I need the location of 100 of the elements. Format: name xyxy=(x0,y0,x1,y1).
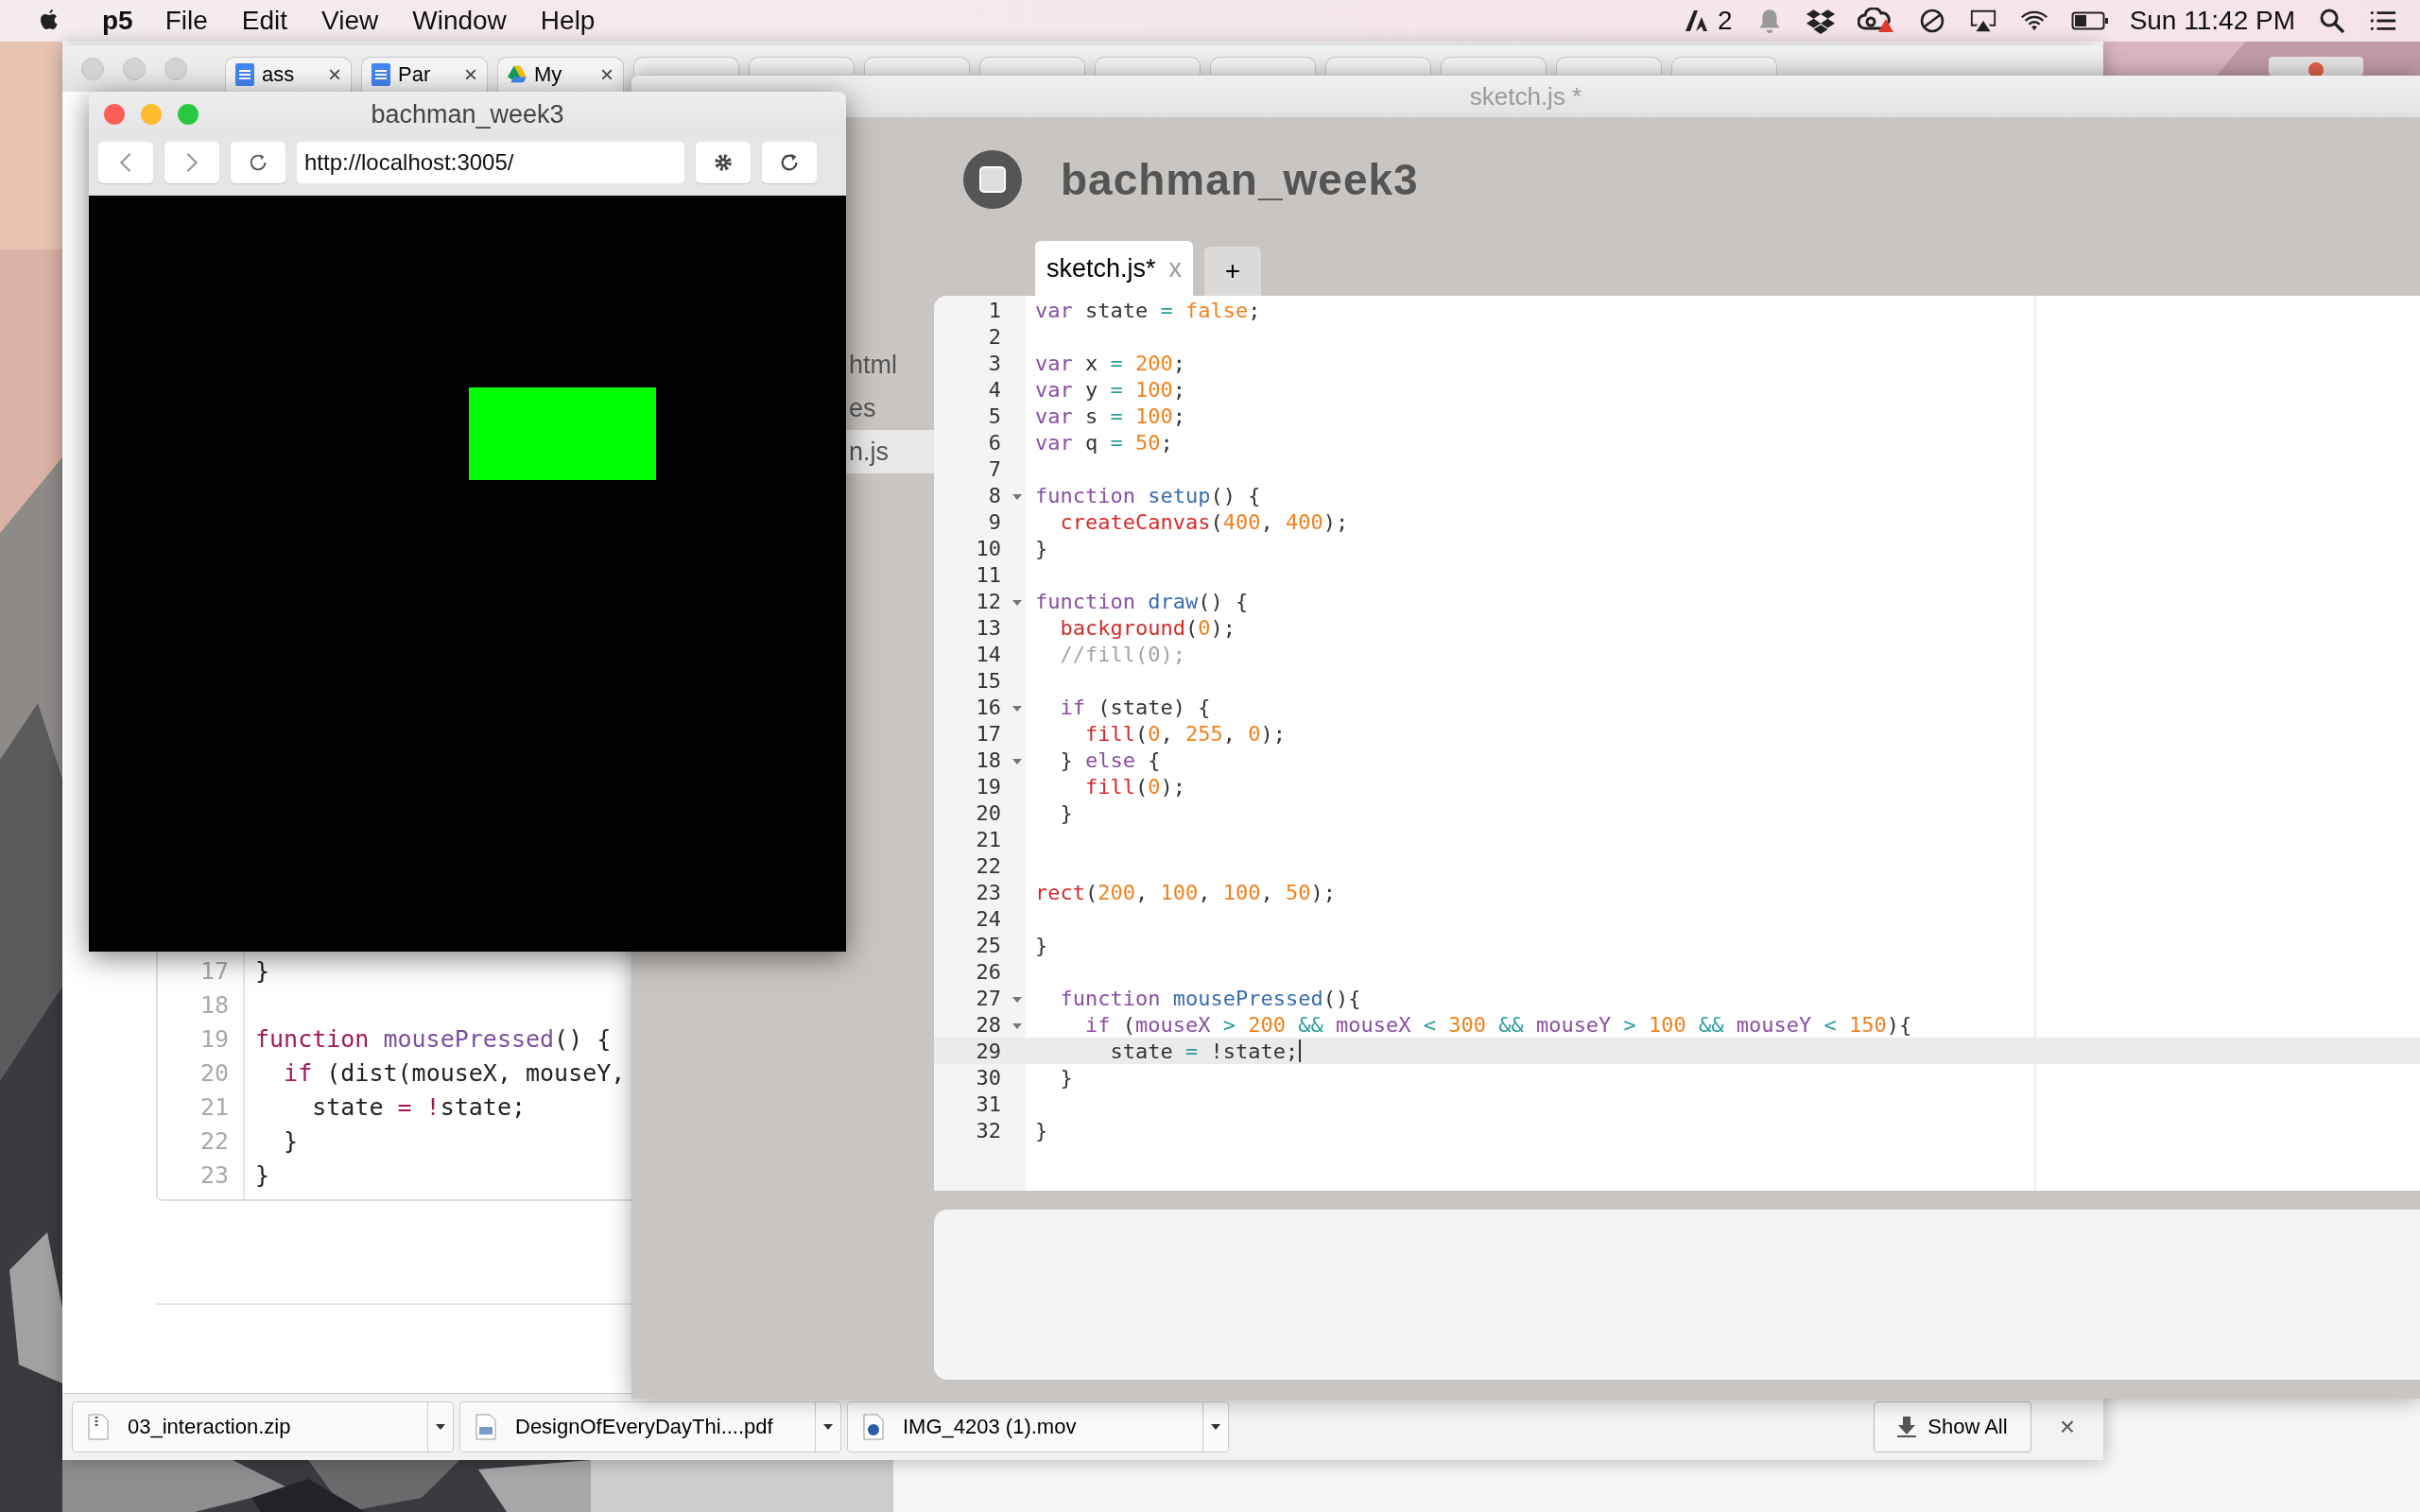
caret-icon xyxy=(823,1424,833,1430)
line-number: 26 xyxy=(976,959,1001,984)
close-tab-button[interactable]: × xyxy=(464,61,477,88)
forward-button[interactable] xyxy=(164,142,219,183)
airplay-icon[interactable] xyxy=(1968,8,1997,34)
fold-arrow-icon[interactable] xyxy=(1012,1022,1022,1029)
pdf-file-icon xyxy=(475,1414,496,1440)
search-icon[interactable] xyxy=(2318,8,2346,34)
close-tab-button[interactable]: × xyxy=(328,61,341,88)
line-number: 14 xyxy=(976,642,1001,666)
settings-icon xyxy=(713,152,734,173)
reload-button[interactable] xyxy=(762,142,817,183)
code-line: fill(0, 255, 0); xyxy=(1083,721,1286,746)
fold-arrow-icon[interactable] xyxy=(1012,996,1022,1003)
line-number: 27 xyxy=(976,986,1001,1010)
code-line: if (mouseX > 200 && mouseX < 300 && mouseY > 100 && mouseY < 150){ xyxy=(1083,1012,1912,1037)
browser-tab[interactable]: ass × xyxy=(225,57,352,92)
line-number: 21 xyxy=(199,1092,230,1121)
code-line: } else { xyxy=(1059,747,1161,772)
reload-icon xyxy=(779,152,800,173)
app-menu[interactable]: p5 xyxy=(102,6,133,36)
line-number: 31 xyxy=(976,1091,1001,1116)
code-line: rect(200, 100, 100, 50); xyxy=(1034,880,1336,904)
line-number: 18 xyxy=(976,747,1001,772)
sidebar-file[interactable]: es xyxy=(846,387,934,430)
line-number: 10 xyxy=(976,536,1001,560)
window-title: sketch.js * xyxy=(1469,81,1582,112)
line-number: 20 xyxy=(976,800,1001,825)
file-name: IMG_4203 (1).mov xyxy=(903,1415,1078,1439)
cloud-icon[interactable] xyxy=(1857,8,1895,34)
line-number: 20 xyxy=(199,1058,230,1087)
line-number: 21 xyxy=(976,827,1001,851)
project-title: bachman_week3 xyxy=(1061,153,1419,205)
document-icon xyxy=(235,63,254,86)
close-tab-button[interactable]: × xyxy=(600,61,614,88)
fold-arrow-icon[interactable] xyxy=(1012,493,1022,500)
code-line: var y = 100; xyxy=(1034,377,1185,402)
zoom-window-button[interactable] xyxy=(178,104,199,125)
code-line: } xyxy=(1059,1065,1073,1090)
line-number: 19 xyxy=(199,1024,230,1053)
line-number: 4 xyxy=(988,377,1001,402)
line-number: 17 xyxy=(199,956,230,985)
code-line: } xyxy=(1034,536,1048,560)
fold-arrow-icon[interactable] xyxy=(1012,599,1022,606)
code-line: function mousePressed() { xyxy=(254,1024,612,1053)
line-number: 30 xyxy=(976,1065,1001,1090)
download-item[interactable]: IMG_4203 (1).mov xyxy=(847,1401,1229,1452)
text-cursor xyxy=(1299,1040,1302,1062)
code-line: var q = 50; xyxy=(1034,430,1173,455)
caret-icon xyxy=(1211,1424,1220,1430)
line-number: 12 xyxy=(976,589,1001,613)
document-icon xyxy=(372,63,390,86)
menu-item[interactable]: File xyxy=(164,6,208,36)
show-all-button[interactable]: Show All xyxy=(1874,1401,2031,1452)
tab-title: Par xyxy=(398,62,432,87)
line-number: 13 xyxy=(976,615,1001,640)
file-tab[interactable]: sketch.js* x xyxy=(1035,241,1194,296)
clock[interactable]: Sun 11:42 PM xyxy=(2129,6,2295,36)
back-button[interactable] xyxy=(98,142,153,183)
close-window-button[interactable] xyxy=(104,104,125,125)
code-line: } xyxy=(254,1160,270,1189)
code-line: } xyxy=(254,956,270,985)
code-line: if (dist(mouseX, mouseY, xyxy=(283,1058,626,1087)
line-number: 23 xyxy=(976,880,1001,904)
stop-button[interactable] xyxy=(962,148,1023,210)
line-number: 28 xyxy=(976,1012,1001,1037)
stop-icon xyxy=(962,148,1023,210)
line-number: 24 xyxy=(976,906,1001,931)
browser-tab[interactable]: Par × xyxy=(361,57,488,92)
code-line: var s = 100; xyxy=(1034,404,1185,428)
code-line: background(0); xyxy=(1059,615,1236,640)
fold-arrow-icon[interactable] xyxy=(1012,705,1022,712)
url-field[interactable]: http://localhost:3005/ xyxy=(297,142,684,183)
download-item[interactable]: 03_interaction.zip xyxy=(72,1401,454,1452)
close-button[interactable]: × xyxy=(2059,1412,2075,1442)
sidebar-file[interactable]: n.js xyxy=(846,430,934,473)
browser-tab[interactable]: My × xyxy=(497,57,624,92)
add-tab-button[interactable]: + xyxy=(1204,247,1262,296)
window-title: bachman_week3 xyxy=(371,99,564,129)
code-line: function draw() { xyxy=(1034,589,1249,613)
code-line: function mousePressed(){ xyxy=(1059,986,1361,1010)
menu-item[interactable]: View xyxy=(321,6,379,36)
line-number: 22 xyxy=(976,853,1001,878)
sidebar-file[interactable]: html xyxy=(846,343,934,387)
line-number: 3 xyxy=(988,351,1001,375)
dropbox-icon[interactable] xyxy=(1806,8,1835,34)
line-number: 5 xyxy=(988,404,1001,428)
menu-item[interactable]: Window xyxy=(412,6,507,36)
menu-item[interactable]: Edit xyxy=(241,6,288,36)
download-arrow-icon xyxy=(1897,1417,1917,1437)
code-line: fill(0); xyxy=(1083,774,1185,799)
settings-button[interactable] xyxy=(696,142,751,183)
line-number: 1 xyxy=(988,298,1001,322)
reload-button[interactable] xyxy=(231,142,285,183)
code-line: } xyxy=(1034,933,1048,957)
menu-item[interactable]: Help xyxy=(540,6,596,36)
line-number: 8 xyxy=(988,483,1001,507)
download-item[interactable]: DesignOfEveryDayThi....pdf xyxy=(459,1401,841,1452)
code-line: var state = false; xyxy=(1034,298,1261,322)
fold-arrow-icon[interactable] xyxy=(1012,758,1022,765)
